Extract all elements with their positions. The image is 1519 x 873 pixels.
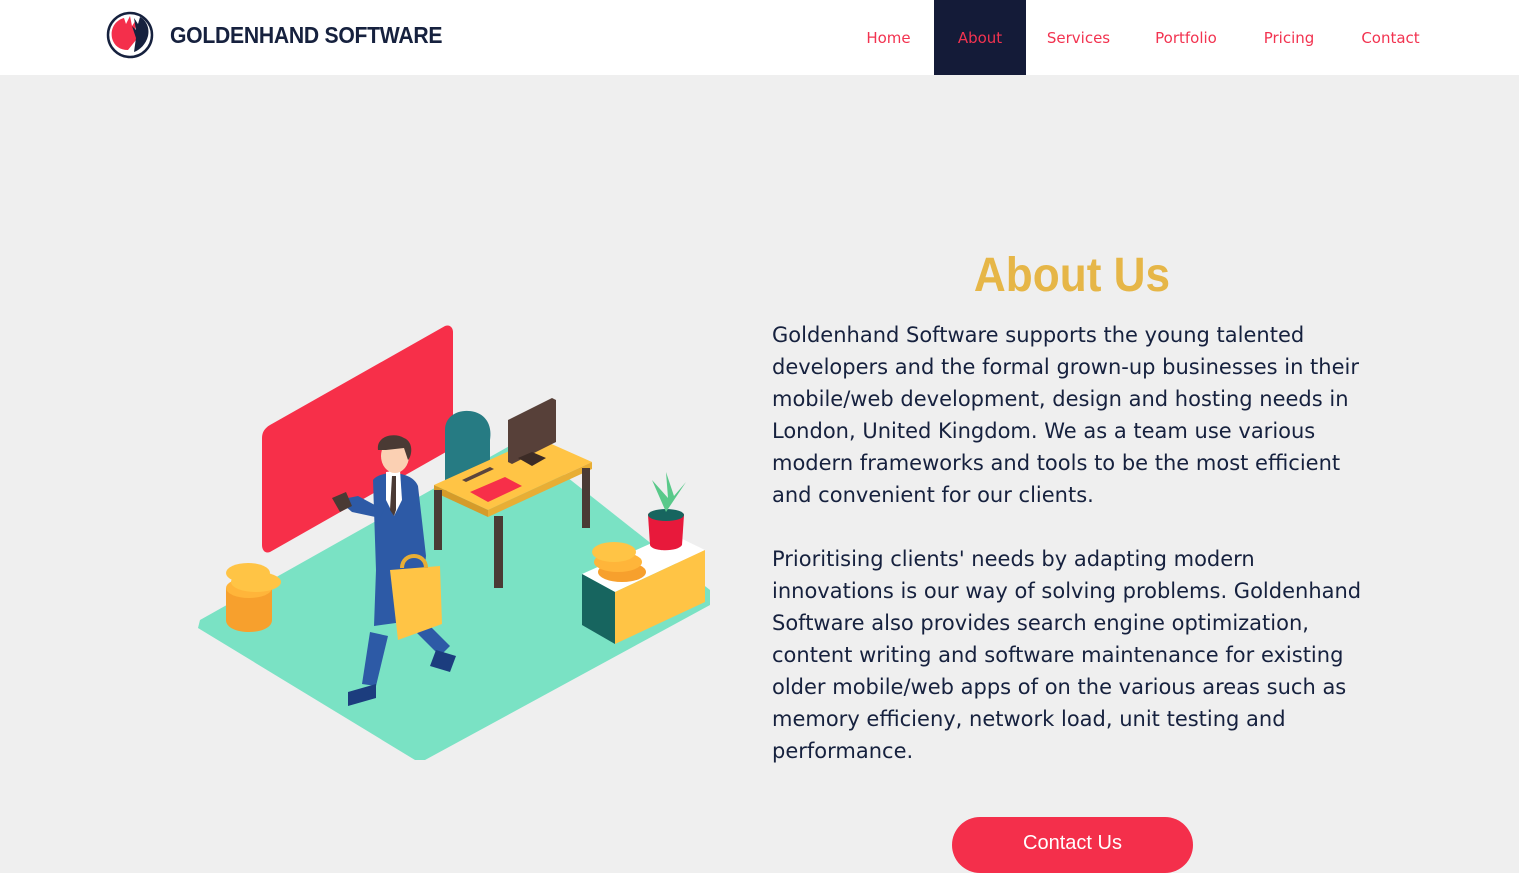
- navbar: GOLDENHAND SOFTWARE Home About Services …: [0, 0, 1519, 75]
- nav-home[interactable]: Home: [843, 0, 934, 75]
- nav-about[interactable]: About: [934, 0, 1026, 75]
- brand-name: GOLDENHAND SOFTWARE: [170, 21, 443, 48]
- nav-portfolio[interactable]: Portfolio: [1131, 0, 1241, 75]
- about-paragraph-2: Prioritising clients' needs by adapting …: [772, 547, 1362, 763]
- nav-pricing[interactable]: Pricing: [1241, 0, 1337, 75]
- nav-contact[interactable]: Contact: [1337, 0, 1444, 75]
- main-nav: Home About Services Portfolio Pricing Co…: [843, 0, 1444, 75]
- about-paragraph-1: Goldenhand Software supports the young t…: [772, 323, 1359, 507]
- brand[interactable]: GOLDENHAND SOFTWARE: [106, 10, 466, 60]
- plant-icon: [648, 472, 686, 551]
- hands-logo-icon: [106, 11, 154, 59]
- contact-us-button[interactable]: Contact Us: [952, 817, 1193, 873]
- office-illustration: [198, 325, 710, 760]
- nav-services[interactable]: Services: [1026, 0, 1131, 75]
- about-title: About Us: [973, 249, 1171, 303]
